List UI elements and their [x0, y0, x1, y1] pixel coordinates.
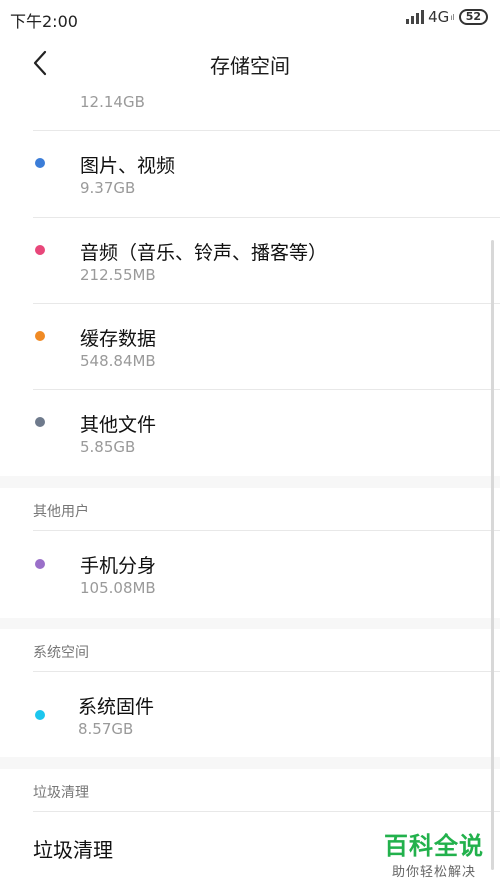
status-icons: 4G ıl 52 [406, 8, 488, 26]
storage-item-other-files[interactable]: 其他文件 5.85GB [0, 390, 500, 477]
section-header: 其他用户 [33, 504, 89, 520]
watermark-title: 百科全说 [384, 832, 484, 860]
category-color-dot [35, 331, 45, 341]
battery-icon: 52 [458, 9, 488, 25]
storage-item-label: 手机分身 [80, 555, 157, 577]
other-users-section: 其他用户 手机分身 105.08MB [0, 488, 500, 618]
storage-item-system-firmware[interactable]: 系统固件 8.57GB [0, 672, 500, 759]
storage-item-label: 音频（音乐、铃声、播客等） [80, 242, 328, 264]
network-activity-icon: ıl [450, 12, 455, 22]
storage-item-size: 9.37GB [80, 179, 136, 197]
storage-item-label: 系统固件 [78, 696, 155, 718]
category-color-dot [35, 417, 45, 427]
category-color-dot [35, 245, 45, 255]
watermark-subtitle: 助你轻松解决 [391, 865, 476, 880]
signal-icon [406, 10, 425, 24]
status-time: 下午2:00 [10, 12, 78, 31]
storage-item-size: 548.84MB [80, 352, 156, 370]
scrollbar[interactable] [491, 240, 494, 870]
category-color-dot [35, 158, 45, 168]
section-header: 系统空间 [33, 645, 89, 661]
category-color-dot [35, 710, 45, 720]
junk-cleanup-label: 垃圾清理 [33, 838, 113, 862]
storage-item-size: 105.08MB [80, 579, 156, 597]
storage-item-images-videos[interactable]: 图片、视频 9.37GB [0, 131, 500, 218]
storage-item[interactable]: 12.14GB [0, 52, 500, 139]
storage-item-label: 缓存数据 [80, 328, 157, 350]
storage-item-label: 其他文件 [80, 414, 157, 436]
storage-item-size: 12.14GB [80, 93, 145, 111]
storage-category-list: 12.14GB 图片、视频 9.37GB 音频（音乐、铃声、播客等） 212.5… [0, 92, 500, 476]
category-color-dot [35, 559, 45, 569]
system-space-section: 系统空间 系统固件 8.57GB [0, 629, 500, 757]
storage-item-size: 8.57GB [78, 720, 134, 738]
status-bar: 下午2:00 4G ıl 52 [0, 0, 500, 36]
storage-item-audio[interactable]: 音频（音乐、铃声、播客等） 212.55MB [0, 218, 500, 305]
watermark-logo: 百科全说 助你轻松解决 [384, 826, 484, 880]
storage-item-second-space[interactable]: 手机分身 105.08MB [0, 531, 500, 618]
storage-item-label: 图片、视频 [80, 155, 176, 177]
storage-item-size: 5.85GB [80, 438, 136, 456]
storage-item-size: 212.55MB [80, 266, 156, 284]
storage-item-cache[interactable]: 缓存数据 548.84MB [0, 304, 500, 391]
section-header: 垃圾清理 [33, 785, 89, 801]
network-type: 4G [428, 8, 450, 26]
